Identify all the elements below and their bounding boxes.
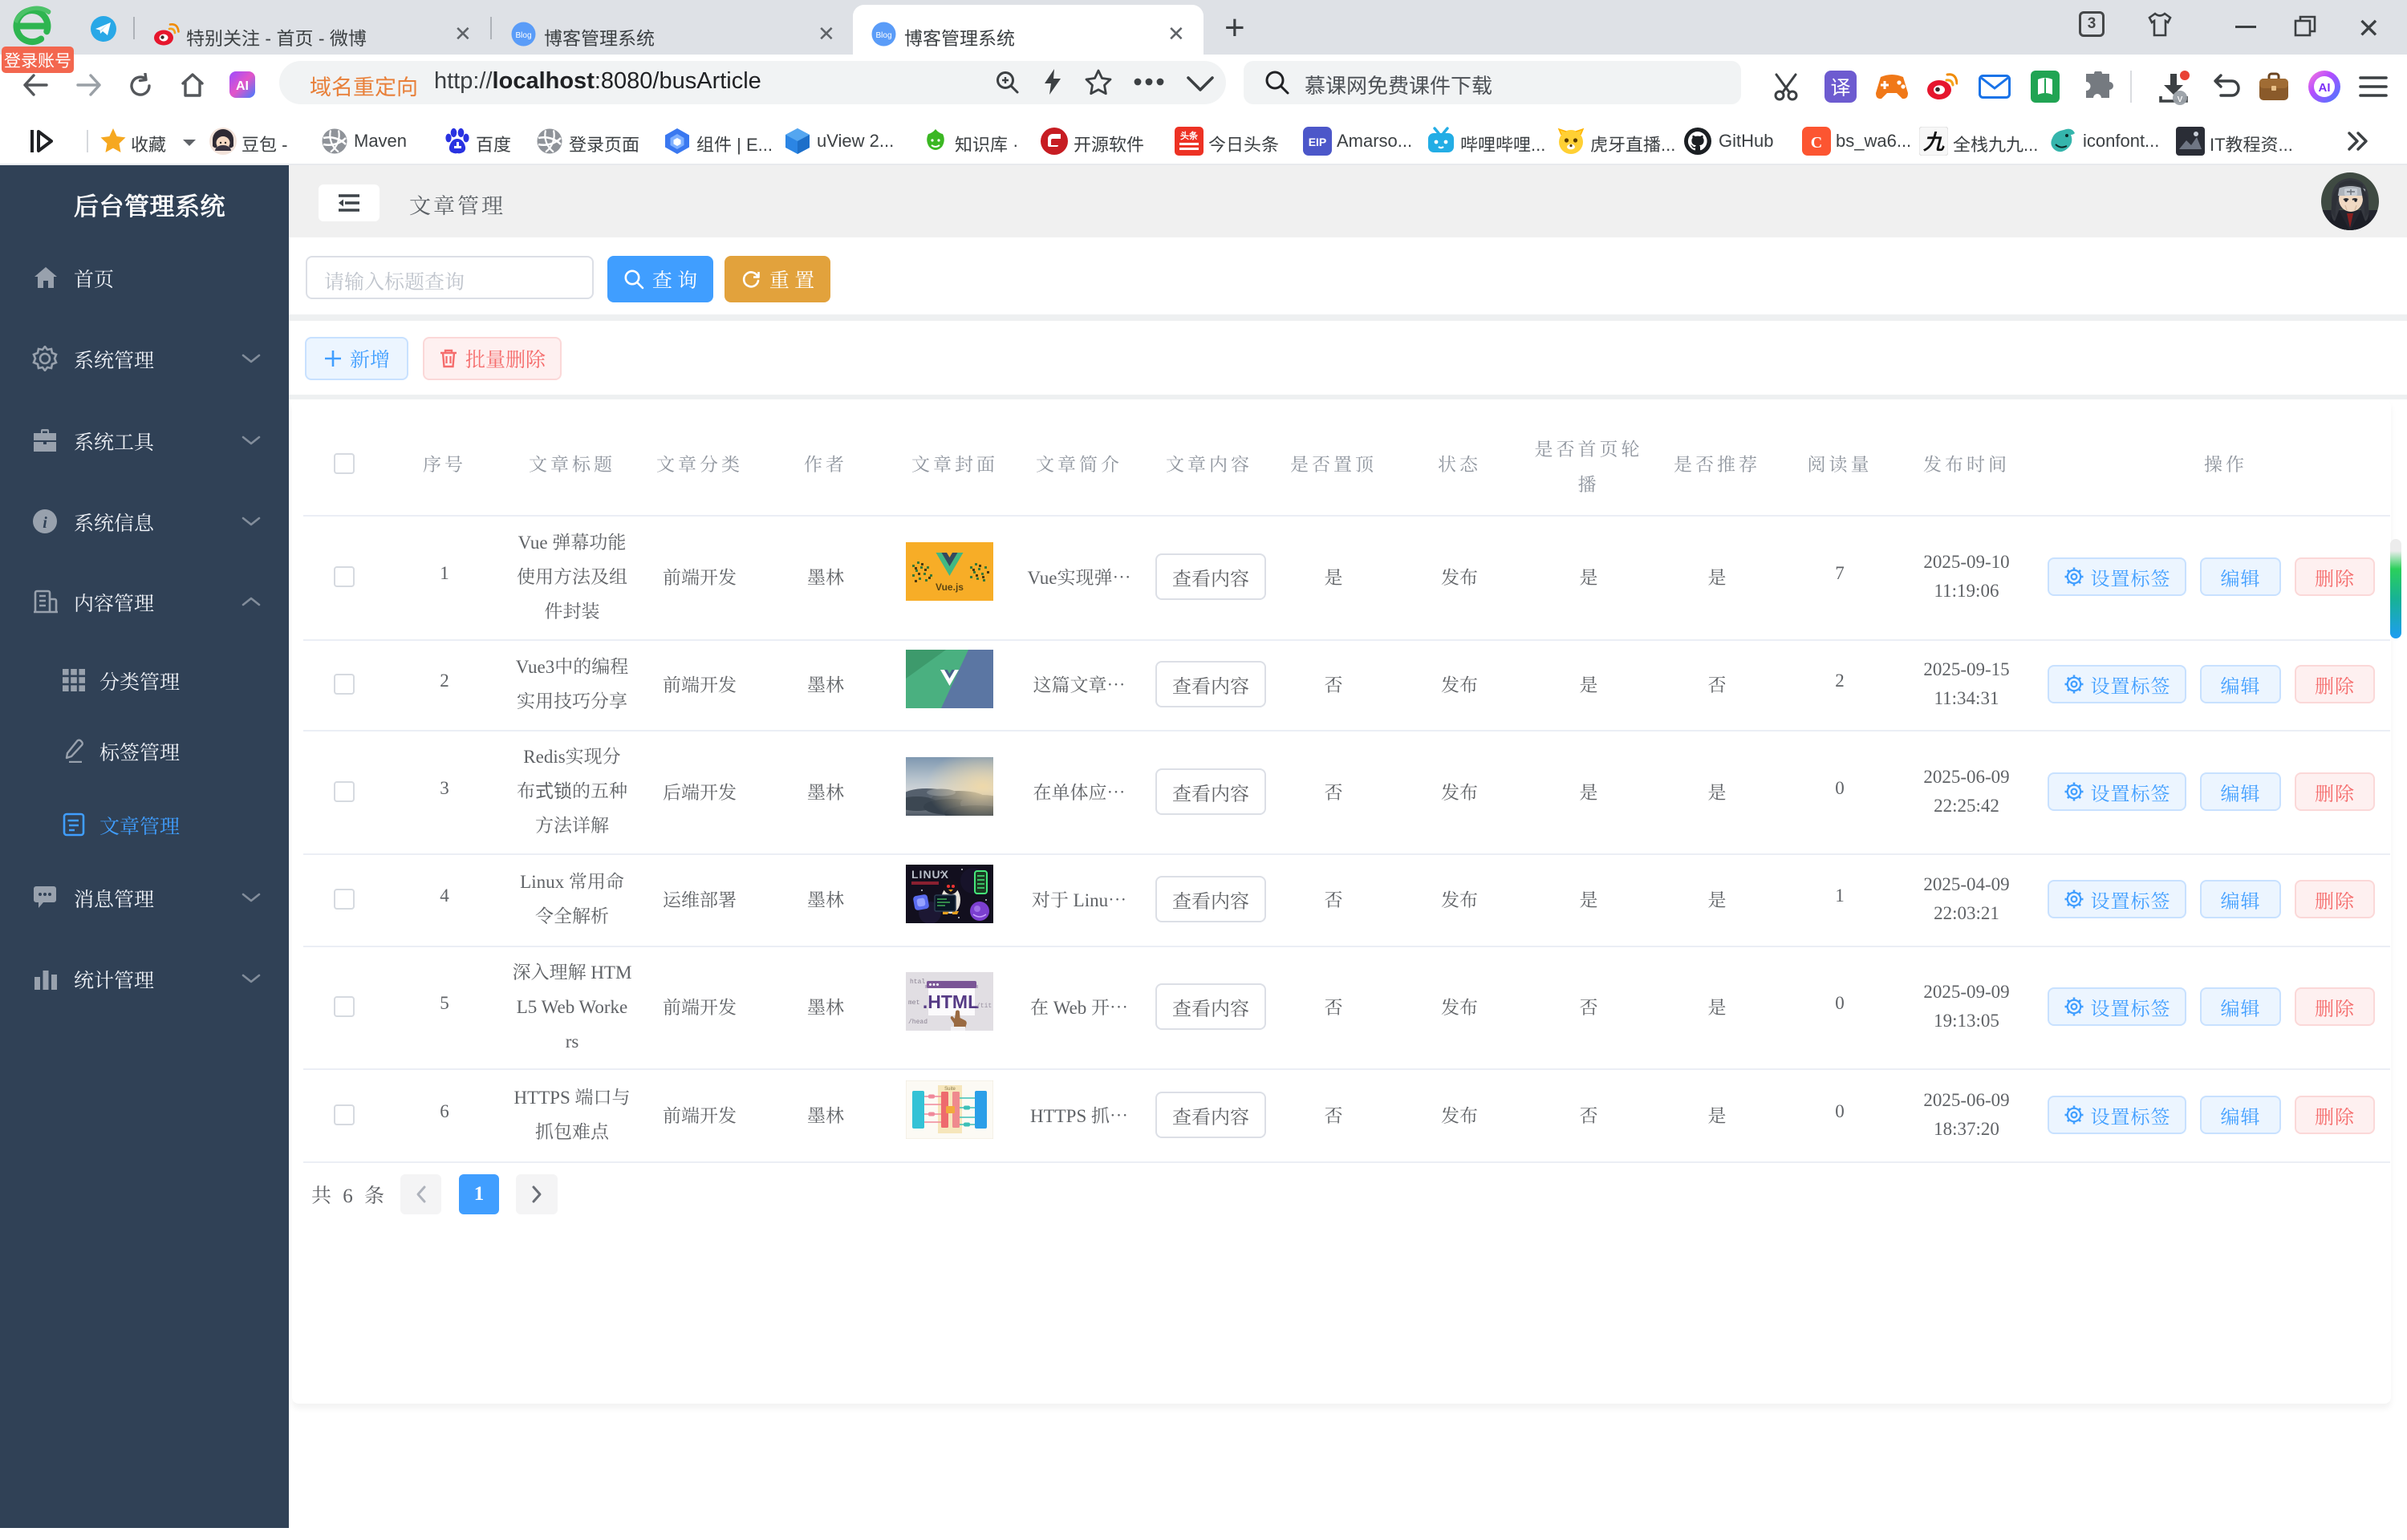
svg-text:htal: htal	[910, 979, 925, 986]
svg-text:头条: 头条	[1180, 130, 1199, 141]
svg-text:C: C	[1811, 134, 1822, 152]
svg-text:v: v	[2178, 92, 2183, 104]
svg-text:Vue.js: Vue.js	[936, 582, 964, 593]
svg-text:LINUX: LINUX	[911, 868, 949, 881]
svg-text:九: 九	[1922, 131, 1945, 154]
svg-text:met: met	[908, 999, 919, 1007]
svg-text:i: i	[43, 514, 47, 532]
svg-text:Suite: Suite	[944, 1087, 956, 1092]
svg-text:AI: AI	[2319, 81, 2331, 95]
svg-text:Blog: Blog	[515, 31, 531, 40]
svg-text:AI: AI	[236, 79, 249, 93]
svg-text:.HTML: .HTML	[923, 991, 979, 1012]
svg-text:/tit: /tit	[976, 1003, 992, 1010]
svg-text:EIP: EIP	[1309, 136, 1327, 148]
svg-text:Blog: Blog	[875, 31, 891, 40]
svg-text:/head: /head	[908, 1019, 927, 1026]
